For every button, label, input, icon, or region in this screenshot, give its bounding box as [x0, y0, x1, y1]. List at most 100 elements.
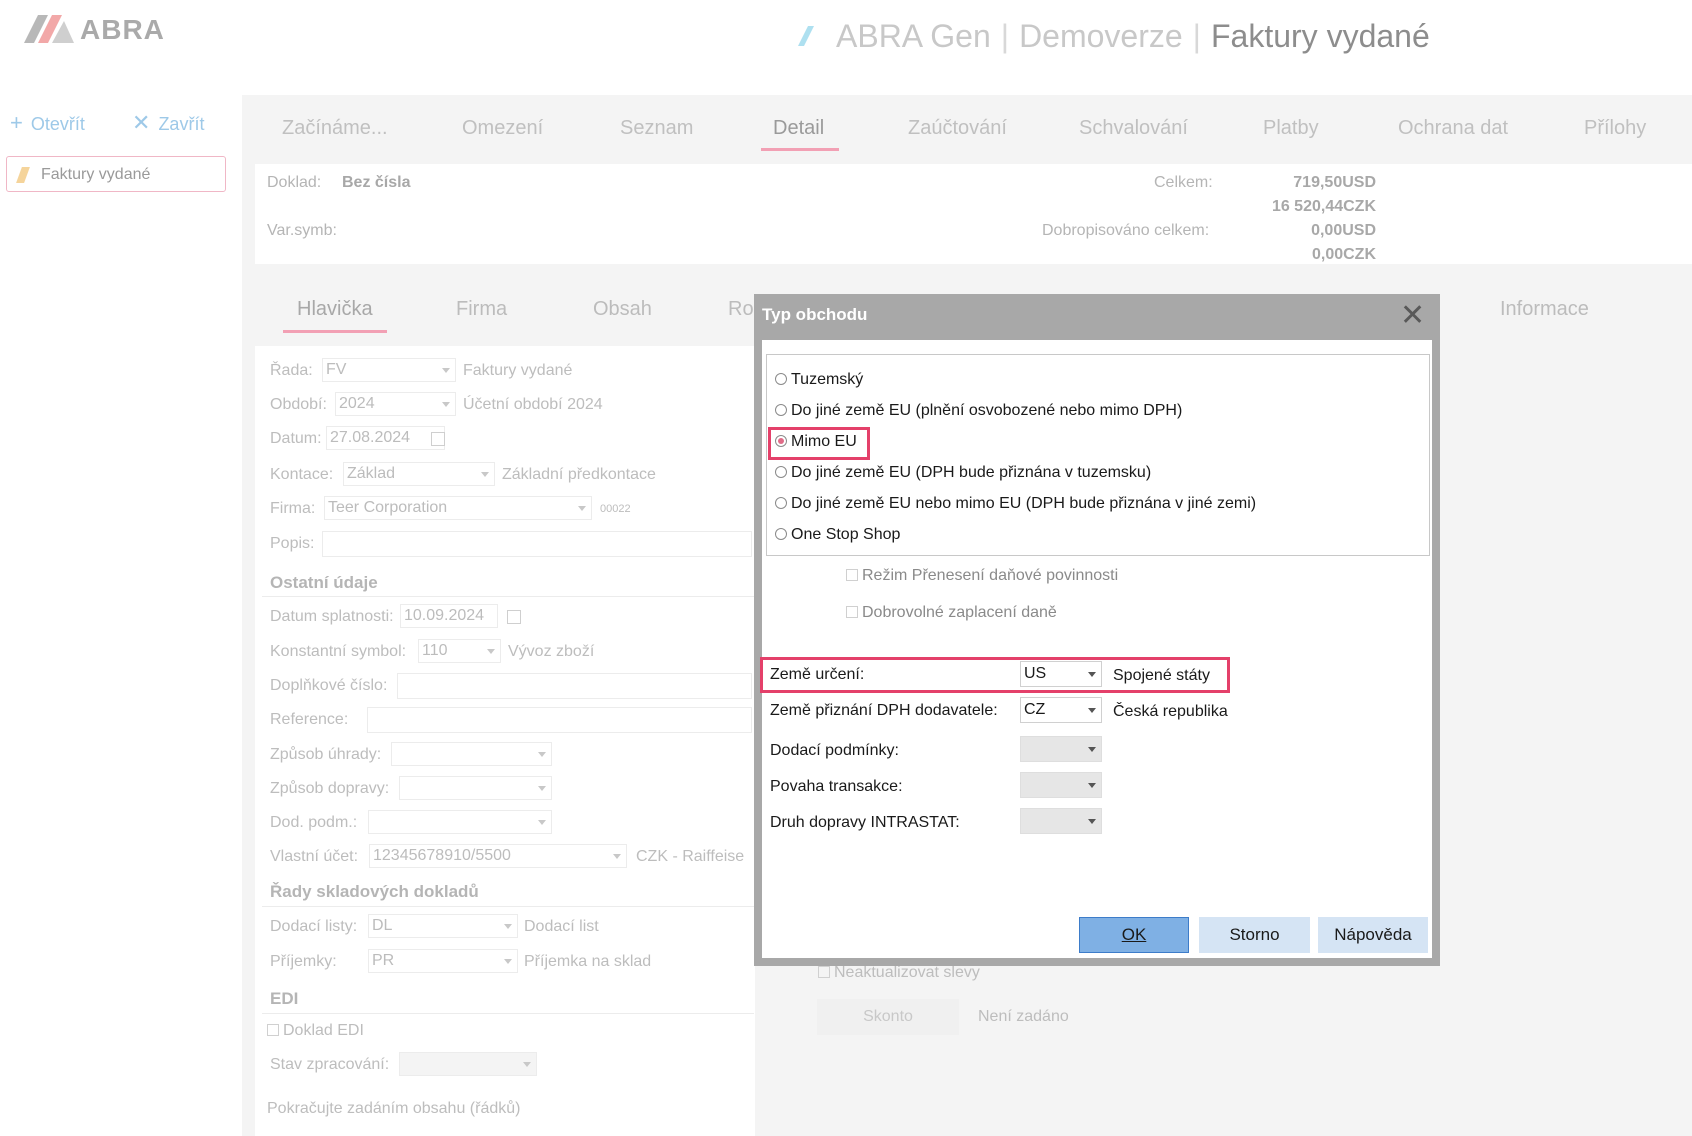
dodaci-label: Dodací listy: — [270, 918, 358, 935]
radio-button[interactable] — [775, 373, 787, 385]
delivery-terms-select[interactable] — [1020, 736, 1102, 762]
checkbox[interactable] — [818, 966, 830, 978]
neaktualizovat-checkbox[interactable]: Neaktualizovat slevy — [818, 964, 980, 982]
chevron-down-icon — [442, 402, 450, 407]
chevron-down-icon — [538, 786, 546, 791]
radio-button[interactable] — [775, 404, 787, 416]
radio-button[interactable] — [775, 466, 787, 478]
skonto-button[interactable]: Skonto — [817, 999, 959, 1035]
subtab-obsah[interactable]: Obsah — [593, 298, 652, 321]
continue-hint: Pokračujte zadáním obsahu (řádků) — [267, 1100, 521, 1117]
calendar-icon[interactable] — [507, 610, 521, 624]
checkbox[interactable] — [846, 606, 858, 618]
varsymb-label: Var.symb: — [267, 222, 337, 239]
country-dest-select[interactable]: US — [1020, 661, 1102, 687]
chevron-down-icon — [538, 752, 546, 757]
tab-schvalovani[interactable]: Schvalování — [1079, 117, 1188, 140]
chevron-down-icon — [1088, 783, 1096, 788]
checkbox[interactable] — [267, 1024, 279, 1036]
doklad-value: Bez čísla — [342, 174, 411, 191]
konst-select[interactable]: 110 — [418, 639, 501, 663]
subtab-informace[interactable]: Informace — [1500, 298, 1589, 321]
chevron-down-icon — [1088, 708, 1096, 713]
edi-checkbox[interactable]: Doklad EDI — [267, 1022, 364, 1040]
doklad-label: Doklad: — [267, 174, 322, 191]
datum-input[interactable]: 27.08.2024 — [326, 426, 445, 450]
dialog-close-icon[interactable]: ✕ — [1400, 298, 1425, 333]
kontace-label: Kontace: — [270, 466, 334, 483]
transaction-label: Povaha transakce: — [770, 778, 903, 795]
country-dest-name: Spojené státy — [1113, 667, 1210, 684]
calendar-icon[interactable] — [431, 432, 445, 446]
radio-button-selected[interactable] — [775, 435, 787, 447]
firma-select[interactable]: Teer Corporation — [324, 496, 592, 520]
obdobi-select[interactable]: 2024 — [335, 392, 456, 416]
document-info-panel — [255, 164, 1692, 264]
dodaci-select[interactable]: DL — [368, 914, 518, 938]
intrastat-select[interactable] — [1020, 808, 1102, 834]
tab-zaciname[interactable]: Začínáme... — [282, 117, 388, 140]
radio-eu-exempt[interactable]: Do jiné země EU (plnění osvobozené nebo … — [775, 402, 1182, 420]
popis-input[interactable] — [322, 531, 752, 557]
tab-zauctovani[interactable]: Zaúčtování — [908, 117, 1007, 140]
obdobi-desc: Účetní období 2024 — [463, 396, 603, 413]
splatnost-label: Datum splatnosti: — [270, 608, 394, 625]
reverse-charge-checkbox[interactable]: Režim Přenesení daňové povinnosti — [846, 567, 1118, 585]
chevron-down-icon — [1088, 747, 1096, 752]
radio-mimo-eu[interactable]: Mimo EU — [775, 433, 857, 451]
help-button[interactable]: Nápověda — [1318, 917, 1428, 953]
radio-one-stop-shop[interactable]: One Stop Shop — [775, 526, 900, 544]
country-vat-select[interactable]: CZ — [1020, 697, 1102, 723]
subtab-ro[interactable]: Ro — [728, 298, 754, 321]
total-usd: 719,50USD — [1293, 174, 1376, 191]
tab-prilohy[interactable]: Přílohy — [1584, 117, 1646, 140]
divider — [262, 596, 754, 597]
uhrada-label: Způsob úhrady: — [270, 746, 382, 763]
tab-ochrana-dat[interactable]: Ochrana dat — [1398, 117, 1508, 140]
radio-tuzemsky[interactable]: Tuzemský — [775, 371, 863, 389]
agenda-stripe-icon — [16, 167, 30, 183]
intrastat-label: Druh dopravy INTRASTAT: — [770, 814, 960, 831]
checkbox[interactable] — [846, 569, 858, 581]
prijemky-select[interactable]: PR — [368, 949, 518, 973]
ok-button[interactable]: OK — [1079, 917, 1189, 953]
chevron-down-icon — [442, 368, 450, 373]
subtab-hlavicka[interactable]: Hlavička — [297, 298, 373, 321]
doprava-select[interactable] — [399, 776, 552, 800]
section-other: Ostatní údaje — [270, 573, 378, 592]
chevron-down-icon — [504, 924, 512, 929]
tab-platby[interactable]: Platby — [1263, 117, 1319, 140]
dodaci-desc: Dodací list — [524, 918, 599, 935]
voluntary-tax-checkbox[interactable]: Dobrovolné zaplacení daně — [846, 604, 1057, 622]
doprava-label: Způsob dopravy: — [270, 780, 390, 797]
chevron-down-icon — [578, 506, 586, 511]
dialog-title: Typ obchodu — [762, 305, 868, 324]
ucet-desc: CZK - Raiffeise — [636, 848, 745, 865]
dodpodm-select[interactable] — [368, 810, 552, 834]
ucet-select[interactable]: 12345678910/5500 — [369, 844, 627, 868]
close-x-icon: ✕ — [132, 110, 151, 135]
tab-detail[interactable]: Detail — [773, 117, 824, 140]
subtab-firma[interactable]: Firma — [456, 298, 507, 321]
open-button[interactable]: + Otevřít — [10, 110, 85, 136]
tab-omezeni[interactable]: Omezení — [462, 117, 543, 140]
kontace-select[interactable]: Základ — [343, 462, 495, 486]
rada-select[interactable]: FV — [322, 358, 456, 382]
radio-button[interactable] — [775, 497, 787, 509]
open-agenda-item[interactable]: Faktury vydané — [6, 156, 226, 192]
uhrada-select[interactable] — [391, 742, 552, 766]
splatnost-input[interactable]: 10.09.2024 — [400, 604, 498, 628]
transaction-select[interactable] — [1020, 772, 1102, 798]
app-mark-icon — [798, 26, 814, 46]
radio-eu-domestic-vat[interactable]: Do jiné země EU (DPH bude přiznána v tuz… — [775, 464, 1151, 482]
tab-seznam[interactable]: Seznam — [620, 117, 693, 140]
close-button[interactable]: ✕ Zavřít — [132, 110, 204, 136]
title-company: Demoverze — [1019, 18, 1183, 54]
doplnkove-input[interactable] — [397, 673, 752, 699]
reference-input[interactable] — [367, 707, 752, 733]
country-vat-name: Česká republika — [1113, 703, 1228, 720]
stav-select[interactable] — [399, 1052, 537, 1076]
radio-eu-or-non-eu-foreign-vat[interactable]: Do jiné země EU nebo mimo EU (DPH bude p… — [775, 495, 1256, 513]
radio-button[interactable] — [775, 528, 787, 540]
storno-button[interactable]: Storno — [1199, 917, 1310, 953]
